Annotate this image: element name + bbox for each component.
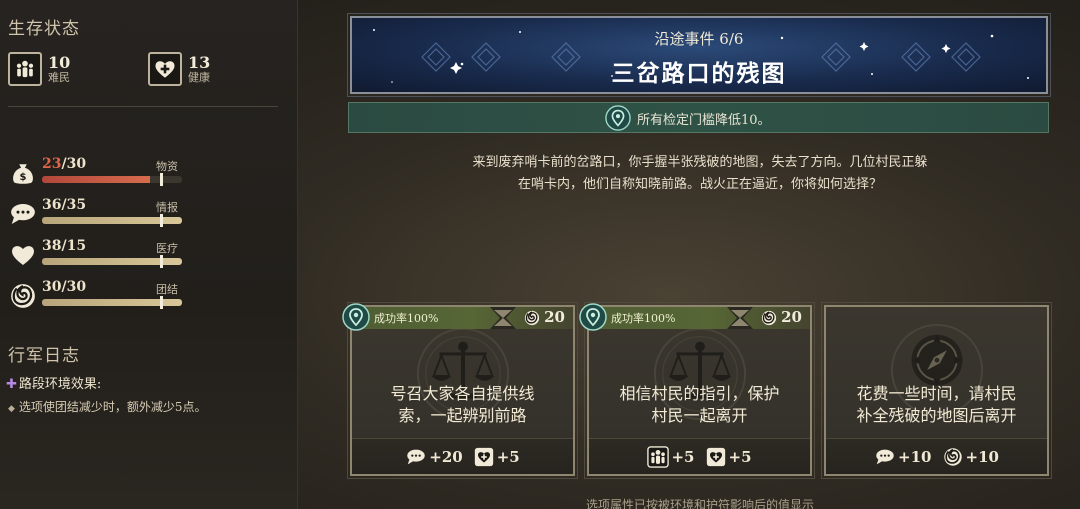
event-progress: 沿途事件 6/6 <box>654 30 744 48</box>
health-heart-icon <box>706 447 725 466</box>
sparkle-icon: ✚ <box>6 377 17 392</box>
option-effects: +20 +5 <box>352 438 573 474</box>
unity-swirl-icon <box>761 310 777 326</box>
environment-effect-label: 路段环境效果: <box>18 377 102 392</box>
option-text-line: 索，一起辨别前路 <box>398 406 527 425</box>
resource-label: 团结 <box>156 283 178 296</box>
refugees-count: 10 难民 <box>8 52 70 86</box>
option-check-header: 成功率100% 20 <box>589 307 810 329</box>
event-story: 来到废弃哨卡前的岔路口，你手握半张残破的地图，失去了方向。几位村民正躲 在哨卡内… <box>400 152 1000 196</box>
resource-max: /35 <box>61 197 87 213</box>
health-heart-icon <box>474 447 493 466</box>
resource-max: /15 <box>61 238 87 254</box>
success-rate: 成功率100% <box>374 312 439 325</box>
option-text: 花费一些时间，请村民 补全残破的地图后离开 <box>832 383 1041 427</box>
effect-value: +10 <box>898 447 932 466</box>
survival-status-title: 生存状态 <box>8 19 80 39</box>
supplies-bag-icon <box>13 164 33 184</box>
environment-effect-desc: ◆ 选项使团结减少时，额外减少5点。 <box>8 398 207 415</box>
location-pin-icon <box>605 105 631 131</box>
resource-intel: 36/35 情报 <box>8 197 188 231</box>
unity-swirl-icon <box>524 310 540 326</box>
unity-swirl-icon <box>10 283 36 309</box>
sidebar: 生存状态 10 难民 13 健康 23/30 物资 36/35 情报 38/15… <box>0 0 298 509</box>
refugees-value: 10 <box>48 52 71 72</box>
option-text-line: 花费一些时间，请村民 <box>856 384 1017 403</box>
option-text-line: 村民一起离开 <box>651 406 748 425</box>
ribbon-divider-icon <box>727 307 753 329</box>
resource-bar-marker <box>160 214 163 227</box>
ribbon-divider-icon <box>490 307 516 329</box>
option-text-line: 相信村民的指引，保护 <box>619 384 780 403</box>
resource-bar-fill <box>42 176 150 183</box>
resource-current: 30 <box>42 279 62 295</box>
resource-current: 23 <box>42 156 62 172</box>
option-text: 号召大家各自提供线 索，一起辨别前路 <box>358 383 567 427</box>
resource-bar-marker <box>160 173 163 186</box>
resource-max: /30 <box>61 156 87 172</box>
environment-effect-title: ✚ 路段环境效果: <box>6 373 101 392</box>
check-cost: 20 <box>781 308 802 326</box>
resource-label: 物资 <box>156 160 178 173</box>
event-rule-text: 所有检定门槛降低10。 <box>637 113 771 128</box>
success-rate: 成功率100% <box>611 312 676 325</box>
check-badge-icon <box>342 303 370 331</box>
resource-max: /30 <box>61 279 87 295</box>
refugees-icon <box>647 445 670 468</box>
health-heart-icon <box>148 52 182 86</box>
option-text-line: 号召大家各自提供线 <box>390 384 535 403</box>
unity-swirl-icon <box>942 446 963 467</box>
event-title: 三岔路口的残图 <box>611 60 787 87</box>
option-effects: +5 +5 <box>589 438 810 474</box>
effect-value: +5 <box>728 447 752 466</box>
health-label: 健康 <box>188 70 210 84</box>
resource-label: 情报 <box>156 201 178 214</box>
effect-intel: +10 <box>874 446 932 468</box>
footnote: 选项属性已按被环境和护符影响后的值显示 <box>585 498 814 509</box>
effect-unity: +10 <box>942 446 999 468</box>
option-check-header: 成功率100% 20 <box>352 307 573 329</box>
option-card-2[interactable]: 成功率100% 20 相信村民的指引，保护 村民一起离开 +5 +5 <box>584 302 815 479</box>
environment-effect-text: 选项使团结减少时，额外减少5点。 <box>18 400 207 414</box>
option-effects: +10 +10 <box>826 438 1047 474</box>
check-cost: 20 <box>544 308 565 326</box>
health-count: 13 健康 <box>148 52 210 86</box>
resource-unity: 30/30 团结 <box>8 279 188 313</box>
option-card-1[interactable]: 成功率100% 20 号召大家各自提供线 索，一起辨别前路 +20 +5 <box>347 302 578 479</box>
option-text-line: 补全残破的地图后离开 <box>856 406 1017 425</box>
check-badge-icon <box>579 303 607 331</box>
effect-intel: +20 <box>405 446 463 468</box>
option-card-3[interactable]: 花费一些时间，请村民 补全残破的地图后离开 +10 +10 <box>821 302 1052 479</box>
intel-speech-icon <box>876 449 894 464</box>
resource-bar-marker <box>160 255 163 268</box>
event-story-line: 来到废弃哨卡前的岔路口，你手握半张残破的地图，失去了方向。几位村民正躲 <box>472 155 928 170</box>
intel-speech-icon <box>11 204 35 224</box>
event-banner: 沿途事件 6/6 三岔路口的残图 <box>347 13 1051 97</box>
event-story-line: 在哨卡内，他们自称知晓前路。战火正在逼近，你将如何选择？ <box>517 177 882 192</box>
effect-value: +10 <box>965 447 999 466</box>
resource-supplies: 23/30 物资 <box>8 156 188 190</box>
resource-medical: 38/15 医疗 <box>8 238 188 272</box>
resource-bar-marker <box>160 296 163 309</box>
event-rule-bar: 所有检定门槛降低10。 <box>348 102 1049 133</box>
effect-value: +5 <box>496 447 520 466</box>
effect-refugees: +5 <box>647 445 695 468</box>
effect-value: +20 <box>429 447 463 466</box>
march-log-title: 行军日志 <box>8 346 80 366</box>
refugees-icon <box>8 52 42 86</box>
sidebar-divider <box>8 106 278 107</box>
health-value: 13 <box>188 52 211 72</box>
resource-current: 36 <box>42 197 62 213</box>
effect-health: +5 <box>473 446 520 468</box>
resource-current: 38 <box>42 238 62 254</box>
option-text: 相信村民的指引，保护 村民一起离开 <box>595 383 804 427</box>
medical-heart-icon <box>12 246 34 265</box>
resource-label: 医疗 <box>156 242 178 255</box>
effect-value: +5 <box>671 447 695 466</box>
refugees-label: 难民 <box>48 70 70 84</box>
diamond-bullet-icon: ◆ <box>8 404 15 414</box>
effect-health: +5 <box>705 446 752 468</box>
intel-speech-icon <box>407 449 425 464</box>
